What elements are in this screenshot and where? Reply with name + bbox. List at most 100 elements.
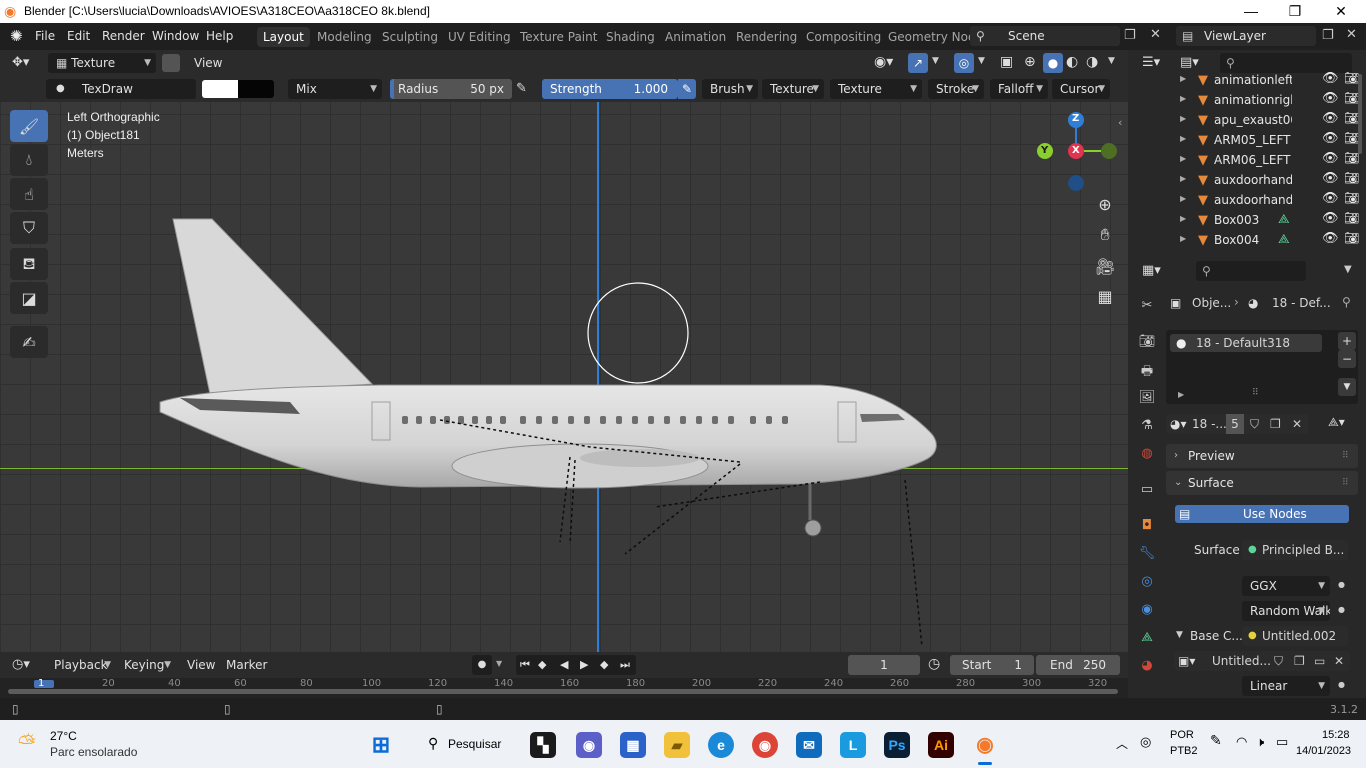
end-frame-field[interactable]: End 250 xyxy=(1036,655,1120,675)
shading-dropdown-icon[interactable]: ▼ xyxy=(1108,56,1115,66)
list-item[interactable]: ▶ ▼ animationleftwir 👁︎ 📷︎ xyxy=(1128,70,1366,90)
data-tab-icon[interactable]: ⟁ xyxy=(1138,630,1156,648)
store-icon[interactable]: ▦ xyxy=(620,732,646,758)
unlink-image-icon[interactable]: ✕ xyxy=(1334,651,1344,671)
eye-icon[interactable]: 👁︎ xyxy=(1322,231,1339,246)
illustrator-icon[interactable]: Ai xyxy=(928,732,954,758)
list-item[interactable]: ▶ ▼ ARM06_LEFT 👁︎ 📷︎ xyxy=(1128,150,1366,170)
eye-icon[interactable]: 👁︎ xyxy=(1322,171,1339,186)
color-swatch-primary[interactable] xyxy=(202,80,238,98)
list-item[interactable]: ▶ ▼ Box004 ⟁ 👁︎ 📷︎ xyxy=(1128,230,1366,250)
blend-mode-dropdown[interactable]: Mix ▼ xyxy=(288,79,382,99)
new-scene-icon[interactable]: ❐ xyxy=(1124,28,1136,43)
eye-icon[interactable]: 👁︎ xyxy=(1322,71,1339,86)
menu-window[interactable]: Window xyxy=(152,29,199,43)
new-image-icon[interactable]: ❐ xyxy=(1294,651,1305,671)
expand-arrow-icon[interactable]: ▶ xyxy=(1180,214,1186,223)
physics-tab-icon[interactable]: ◉ xyxy=(1138,602,1156,620)
rendered-shading-icon[interactable]: ◑ xyxy=(1086,54,1098,70)
list-resize-handle-icon[interactable]: ⠿ xyxy=(1252,388,1259,398)
open-image-icon[interactable]: ▭ xyxy=(1314,651,1325,671)
record-icon[interactable]: ● xyxy=(472,655,492,675)
play-reverse-icon[interactable]: ◀ xyxy=(560,655,568,675)
eye-icon[interactable]: 👁︎ xyxy=(1322,151,1339,166)
jump-start-icon[interactable]: ⏮ xyxy=(520,655,530,675)
world-tab-icon[interactable]: ◍ xyxy=(1138,446,1156,464)
menu-file[interactable]: File xyxy=(35,29,55,43)
texture-mask-menu[interactable]: Texture Mask▼ xyxy=(830,79,922,116)
frame-ruler[interactable]: 20 40 60 80 100 120 140 160 180 200 220 … xyxy=(0,678,1128,698)
output-tab-icon[interactable]: 🖶 xyxy=(1138,362,1156,380)
camera-icon[interactable]: 📷︎ xyxy=(1344,91,1359,105)
radius-slider[interactable]: Radius 50 px xyxy=(390,79,512,99)
camera-icon[interactable]: 📷︎ xyxy=(1344,171,1359,185)
camera-view-icon[interactable]: 🎥︎ xyxy=(1092,254,1118,280)
menu-help[interactable]: Help xyxy=(206,29,233,43)
image-browse-icon[interactable]: ▣▾ xyxy=(1178,651,1195,671)
timeline-view-menu[interactable]: View xyxy=(187,658,215,672)
tab-animation[interactable]: Animation xyxy=(659,27,732,47)
pin-icon[interactable]: ⚲ xyxy=(1342,295,1351,309)
surface-panel-header[interactable]: ⌄ Surface ⠿ xyxy=(1166,471,1358,495)
marker-menu[interactable]: Marker xyxy=(226,658,267,672)
list-item[interactable]: ▶ ▼ Box003 ⟁ 👁︎ 📷︎ xyxy=(1128,210,1366,230)
display-mode-icon[interactable]: ▤▾ xyxy=(1180,55,1199,70)
camera-icon[interactable]: 📷︎ xyxy=(1344,211,1359,225)
playback-menu[interactable]: Playback ▼ xyxy=(46,655,116,675)
jump-end-icon[interactable]: ⏭ xyxy=(620,655,630,675)
material-tab-icon[interactable]: ◕ xyxy=(1138,658,1156,676)
taskbar-search[interactable]: Pesquisar xyxy=(448,737,501,751)
new-viewlayer-icon[interactable]: ❐ xyxy=(1322,28,1334,43)
radius-pressure-icon[interactable]: ✎ xyxy=(516,81,527,96)
tab-layout[interactable]: Layout xyxy=(257,27,310,47)
mail-icon[interactable]: ✉ xyxy=(796,732,822,758)
blender-taskbar-icon[interactable]: ◉ xyxy=(972,732,998,758)
keyboard-layout-indicator[interactable]: PTB2 xyxy=(1170,745,1198,757)
outliner-scrollbar[interactable] xyxy=(1358,74,1362,154)
camera-icon[interactable]: 📷︎ xyxy=(1344,231,1359,245)
camera-icon[interactable]: 📷︎ xyxy=(1344,131,1359,145)
fake-user-icon[interactable]: ⛉ xyxy=(1274,651,1283,671)
maximize-button[interactable]: ❐ xyxy=(1272,0,1318,23)
tool-tab-icon[interactable]: ✂ xyxy=(1138,298,1156,316)
scene-selector[interactable]: ⚲ Scene xyxy=(970,26,1120,46)
camera-icon[interactable]: 📷︎ xyxy=(1344,191,1359,205)
node-link-icon[interactable]: ⟁▾ xyxy=(1328,415,1345,430)
eye-icon[interactable]: 👁︎ xyxy=(1322,191,1339,206)
expand-arrow-icon[interactable]: ▶ xyxy=(1180,114,1186,123)
interpolation-dropdown[interactable]: Linear ▼ xyxy=(1242,676,1330,696)
l-app-icon[interactable]: L xyxy=(840,732,866,758)
3d-viewport[interactable]: 🖌︎ 💧︎ ☝︎ ⛉ ⛾ ◪ ✍︎ Left Orthographic (1) … xyxy=(0,102,1128,652)
unlink-material-icon[interactable]: ✕ xyxy=(1292,414,1302,434)
expand-arrow-icon[interactable]: ▶ xyxy=(1180,194,1186,203)
subsurface-method-dropdown[interactable]: Random Walk ▼ xyxy=(1242,601,1330,621)
timeline-scrollbar[interactable] xyxy=(8,689,1118,694)
editor-type-icon[interactable]: ✥▾ xyxy=(12,55,29,70)
eye-icon[interactable]: 👁︎ xyxy=(1322,131,1339,146)
viewlayer-selector[interactable]: ▤ ViewLayer xyxy=(1176,26,1316,46)
object-tab-icon[interactable]: ◘ xyxy=(1138,518,1156,536)
material-shading-icon[interactable]: ◐ xyxy=(1066,54,1078,70)
view-layer-tab-icon[interactable]: 🖼︎ xyxy=(1138,390,1156,408)
close-button[interactable]: ✕ xyxy=(1318,0,1364,23)
stroke-menu[interactable]: Stroke ▼ xyxy=(928,79,984,99)
delete-viewlayer-icon[interactable]: ✕ xyxy=(1346,27,1357,42)
tab-geometry-nodes[interactable]: Geometry Nod xyxy=(882,27,976,47)
base-color-field[interactable]: ● Untitled.002 xyxy=(1242,626,1348,646)
language-indicator[interactable]: POR xyxy=(1170,729,1194,741)
outliner-editor-icon[interactable]: ☰▾ xyxy=(1142,55,1160,70)
material-field[interactable]: 18 -... xyxy=(1192,414,1226,434)
minimize-button[interactable]: — xyxy=(1228,0,1274,23)
brush-menu[interactable]: Brush ▼ xyxy=(702,79,758,99)
tab-modeling[interactable]: Modeling xyxy=(311,27,378,47)
expand-arrow-icon[interactable]: ▶ xyxy=(1180,74,1186,83)
play-icon[interactable]: ▶ xyxy=(580,655,588,675)
expand-arrow-icon[interactable]: ▶ xyxy=(1180,134,1186,143)
properties-editor-icon[interactable]: ▦▾ xyxy=(1142,263,1161,278)
overlay-toggle-icon[interactable]: ◎ xyxy=(954,53,974,73)
clock-date[interactable]: 14/01/2023 xyxy=(1296,745,1351,757)
drag-handle-icon[interactable]: ⠿ xyxy=(1342,471,1349,495)
file-explorer-icon[interactable]: ▰ xyxy=(664,732,690,758)
collection-tab-icon[interactable]: ▭ xyxy=(1138,482,1156,500)
user-count[interactable]: 5 xyxy=(1226,414,1244,434)
